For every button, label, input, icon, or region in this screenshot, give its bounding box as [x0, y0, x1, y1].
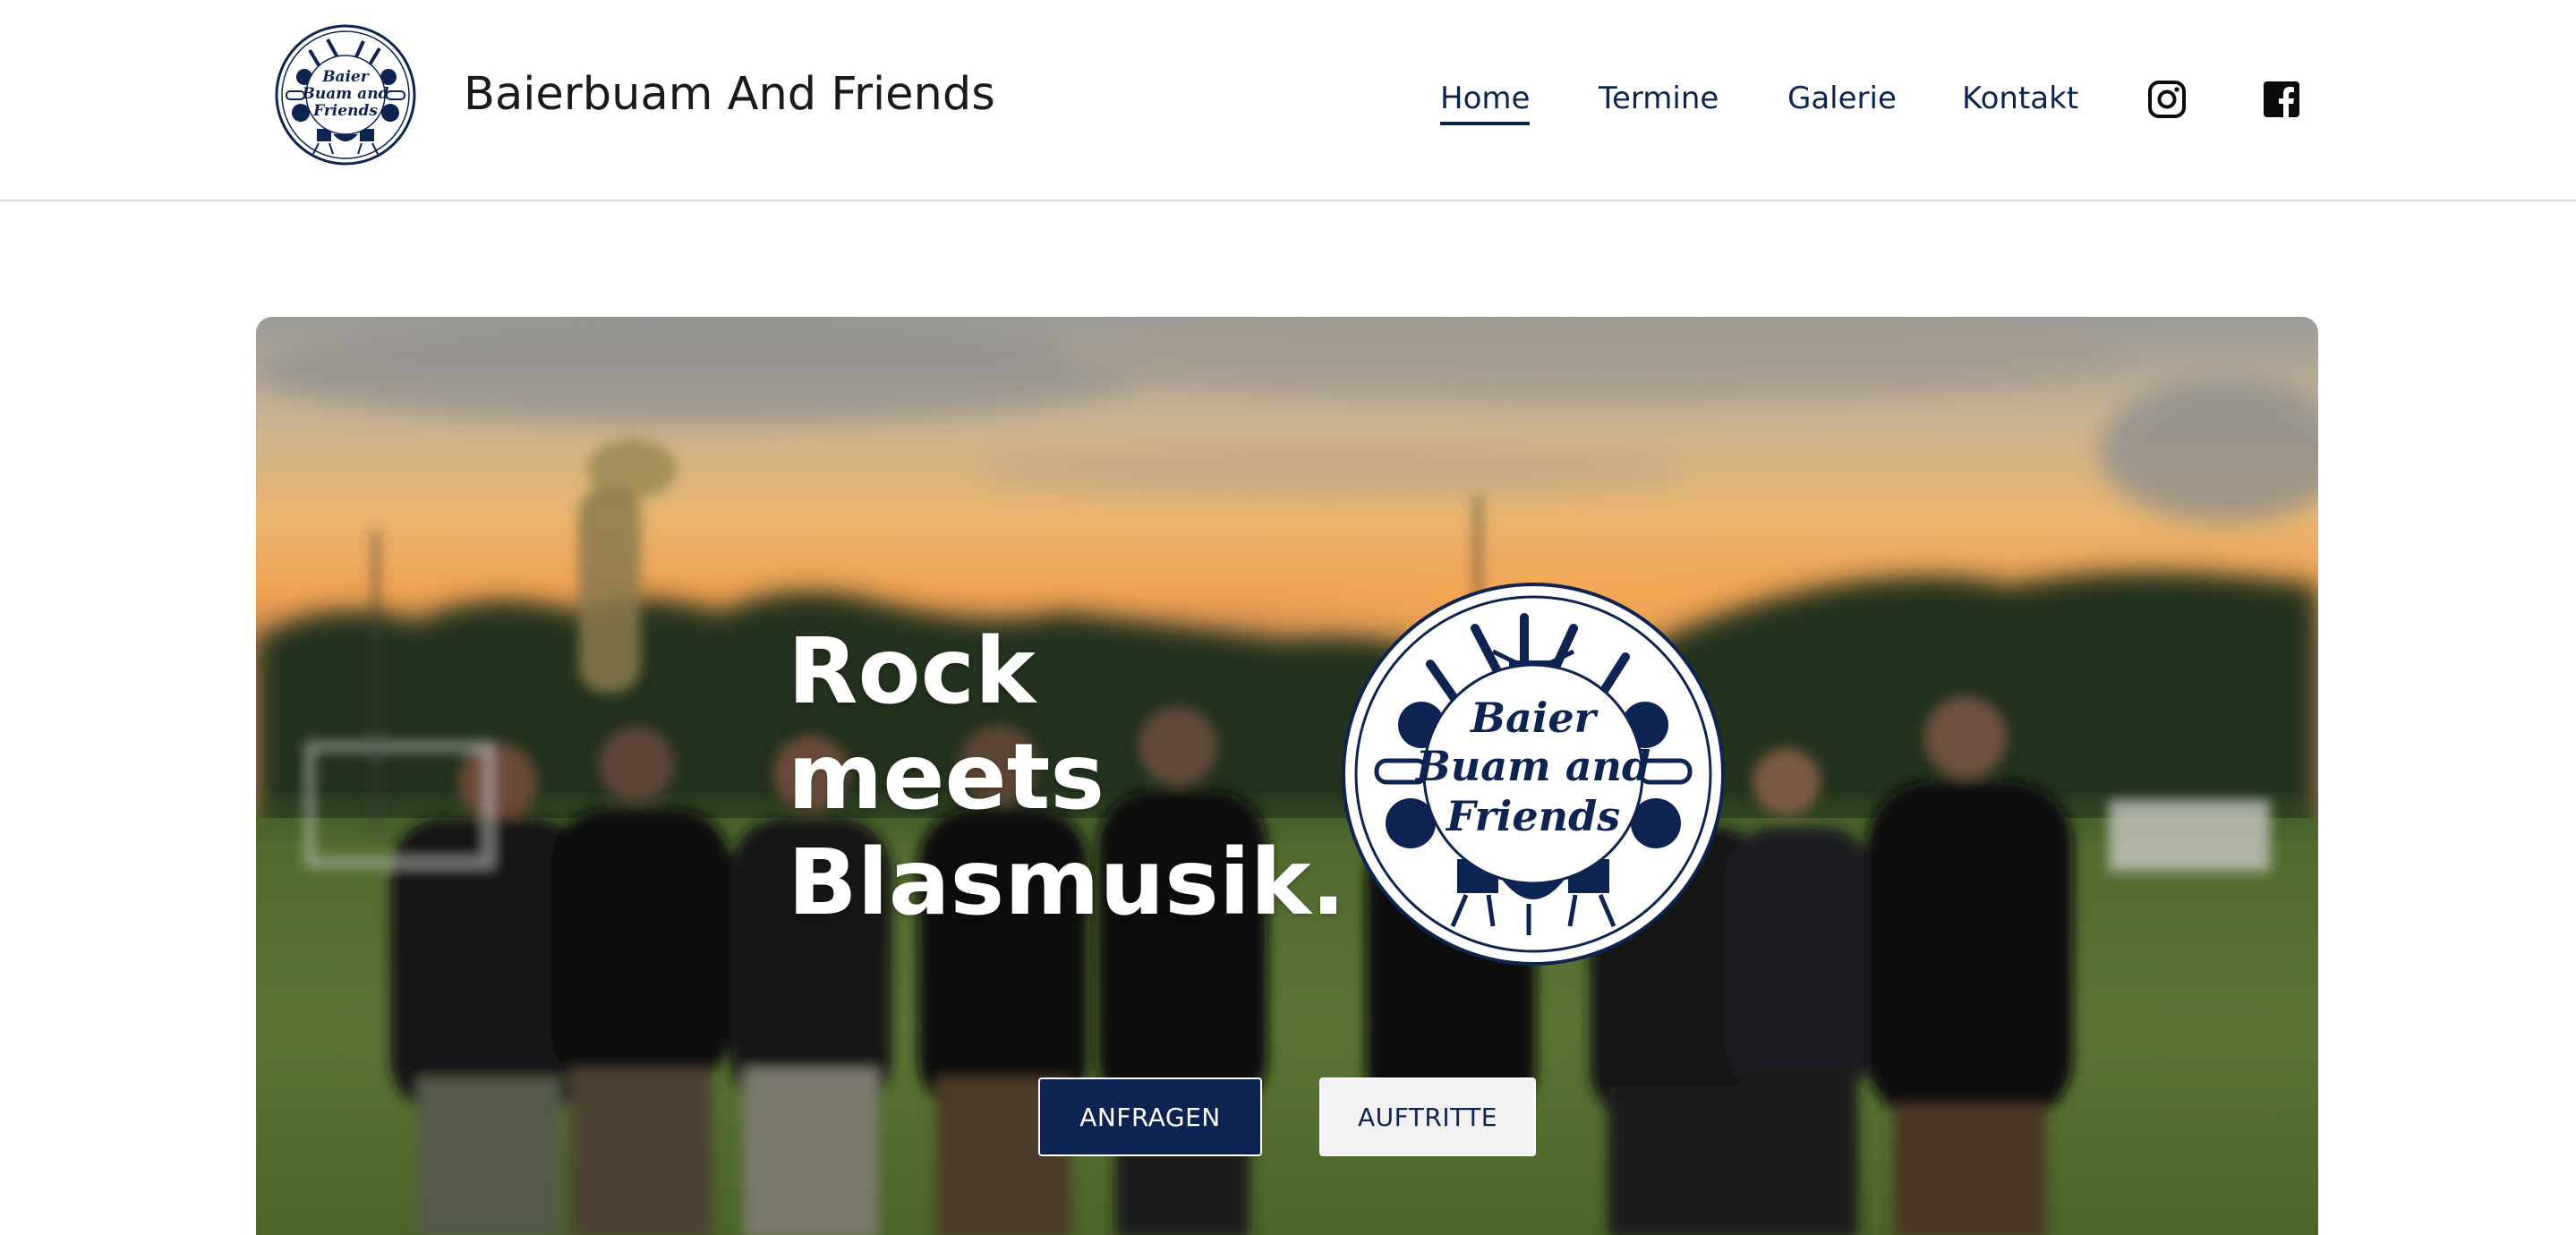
site-header: Baier Buam and Friends Baierbuam And Fri…: [0, 0, 2576, 201]
svg-text:Baier: Baier: [1469, 694, 1599, 742]
headline-line-2: meets: [788, 724, 1105, 830]
hero-band-badge: Baier Buam and Friends: [1341, 582, 1726, 967]
hero-headline: Rock meets Blasmusik.: [788, 619, 1345, 936]
svg-text:Baier: Baier: [321, 68, 370, 86]
hero-section: Rock meets Blasmusik. Baier Buam and Fri…: [256, 317, 2318, 1235]
band-logo-icon: Baier Buam and Friends: [275, 24, 416, 166]
svg-text:Friends: Friends: [1445, 792, 1620, 840]
svg-text:Friends: Friends: [312, 102, 378, 120]
svg-text:Buam and: Buam and: [1414, 742, 1651, 790]
nav-link-home[interactable]: Home: [1440, 79, 1531, 125]
instagram-icon[interactable]: [2147, 80, 2187, 119]
band-badge-icon: Baier Buam and Friends: [1342, 583, 1725, 966]
anfragen-button[interactable]: ANFRAGEN: [1038, 1077, 1262, 1156]
nav-link-kontakt[interactable]: Kontakt: [1962, 79, 2078, 118]
nav-link-galerie[interactable]: Galerie: [1787, 79, 1897, 118]
svg-text:Buam and: Buam and: [302, 85, 389, 103]
site-title[interactable]: Baierbuam And Friends: [464, 68, 995, 122]
headline-line-1: Rock: [788, 618, 1036, 725]
facebook-icon[interactable]: [2262, 80, 2301, 119]
nav-link-termine[interactable]: Termine: [1599, 79, 1719, 118]
brand-logo[interactable]: Baier Buam and Friends: [274, 23, 417, 166]
headline-line-3: Blasmusik.: [788, 830, 1346, 936]
auftritte-button[interactable]: AUFTRITTE: [1319, 1077, 1536, 1156]
